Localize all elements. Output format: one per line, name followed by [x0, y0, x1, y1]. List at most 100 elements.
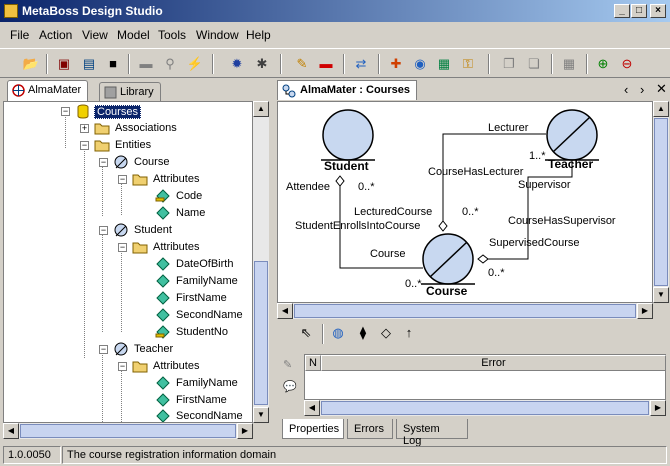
entity-icon: [114, 223, 128, 237]
tree-label-entities: Entities: [115, 139, 152, 151]
errors-table[interactable]: N Error: [304, 354, 666, 400]
menu-help[interactable]: Help: [246, 28, 271, 42]
scroll-down-arrow[interactable]: ▼: [253, 407, 269, 423]
entity-teacher[interactable]: [545, 109, 599, 161]
new-element-icon[interactable]: ✚: [387, 55, 405, 73]
menu-view[interactable]: View: [82, 28, 108, 42]
model-icon[interactable]: ▣: [55, 55, 73, 73]
menu-file[interactable]: File: [10, 28, 29, 42]
entity-icon: [114, 342, 128, 356]
inspect-icon[interactable]: ✱: [253, 55, 271, 73]
attribute-icon: [156, 409, 170, 422]
properties-icon[interactable]: ▤: [80, 55, 98, 73]
tab-prev-icon[interactable]: ‹: [624, 82, 628, 97]
new-attribute-icon[interactable]: ▦: [435, 55, 453, 73]
canvas-hscroll-thumb[interactable]: [294, 304, 636, 318]
tree-label-attributes: Attributes: [153, 241, 200, 253]
menu-window[interactable]: Window: [196, 28, 239, 42]
errors-col-n[interactable]: N: [305, 355, 321, 371]
new-key-icon[interactable]: ⚿: [459, 55, 477, 73]
entity-tool-icon[interactable]: ◍: [329, 324, 347, 342]
tree-hscroll-thumb[interactable]: [20, 424, 236, 438]
folder-icon: [94, 123, 110, 135]
scroll-left-arrow[interactable]: ◀: [3, 423, 19, 439]
select-pointer-icon[interactable]: ⇖: [297, 324, 315, 342]
tree-hscroll[interactable]: ◀ ▶: [3, 423, 253, 439]
errors-col-error[interactable]: Error: [321, 355, 666, 371]
tree-label-associations: Associations: [115, 122, 177, 134]
canvas-scroll-thumb[interactable]: [654, 118, 668, 286]
close-button[interactable]: ×: [650, 4, 666, 18]
pencil-icon[interactable]: ✎: [283, 358, 292, 371]
entity-student[interactable]: [321, 109, 375, 161]
panel-splitter[interactable]: [270, 78, 276, 442]
attribute-icon: [156, 308, 170, 322]
scroll-up-arrow[interactable]: ▲: [653, 101, 669, 117]
tab-almamater-label: AlmaMater: [28, 84, 82, 96]
tree-label-student: Student: [134, 224, 172, 236]
scroll-right-arrow[interactable]: ▶: [637, 303, 653, 319]
label-mult-course: 0..*: [405, 278, 422, 290]
tab-next-icon[interactable]: ›: [640, 82, 644, 97]
menu-model[interactable]: Model: [117, 28, 150, 42]
canvas-vscroll[interactable]: ▲ ▼: [653, 101, 669, 303]
tree-label-familyname: FamilyName: [176, 275, 238, 287]
tree-label-firstname: FirstName: [176, 292, 227, 304]
grid-icon[interactable]: ▦: [560, 55, 578, 73]
tab-properties[interactable]: Properties: [282, 419, 344, 439]
tree-vscroll[interactable]: ▲ ▼: [253, 101, 269, 423]
label-mult-supervisedcourse: 0..*: [488, 267, 505, 279]
diagram-svg: [321, 109, 599, 285]
tab-almamater[interactable]: AlmaMater: [7, 80, 89, 102]
find-icon[interactable]: ⚲: [161, 55, 179, 73]
label-coursehassupervisor: CourseHasSupervisor: [508, 215, 616, 227]
open-folder-icon[interactable]: 📂: [22, 55, 40, 73]
zoom-in-icon[interactable]: ⊕: [594, 55, 612, 73]
copy-icon[interactable]: ❐: [500, 55, 518, 73]
scroll-right-arrow[interactable]: ▶: [237, 423, 253, 439]
new-entity-icon[interactable]: ◉: [411, 55, 429, 73]
status-version: 1.0.0050: [3, 446, 61, 464]
tab-close-icon[interactable]: ✕: [656, 81, 667, 97]
composition-tool-icon[interactable]: ⧫: [354, 324, 372, 342]
scroll-up-arrow[interactable]: ▲: [253, 101, 269, 117]
errors-hscroll-thumb[interactable]: [321, 401, 649, 415]
label-lecturedcourse: LecturedCourse: [354, 206, 433, 218]
refresh-icon[interactable]: ⇄: [352, 55, 370, 73]
document-tab[interactable]: AlmaMater : Courses: [277, 80, 418, 100]
scroll-down-arrow[interactable]: ▼: [653, 287, 669, 303]
menu-tools[interactable]: Tools: [158, 28, 186, 42]
minimize-button[interactable]: _: [614, 4, 630, 18]
tree-label-secondname: SecondName: [176, 309, 243, 321]
attribute-icon: [156, 274, 170, 288]
comment-icon[interactable]: 💬: [283, 380, 297, 393]
tab-system-log[interactable]: System Log: [396, 419, 468, 447]
tree-scroll-thumb[interactable]: [254, 261, 268, 405]
errors-hscroll[interactable]: ◀ ▶: [304, 400, 666, 416]
scroll-left-arrow[interactable]: ◀: [277, 303, 293, 319]
label-supervisor: Supervisor: [518, 179, 571, 191]
aggregation-tool-icon[interactable]: ◇: [377, 324, 395, 342]
generate-icon[interactable]: ⚡: [186, 55, 204, 73]
print-icon[interactable]: ▬: [137, 55, 155, 73]
delete-icon[interactable]: ▬: [317, 55, 335, 73]
menu-action[interactable]: Action: [39, 28, 72, 42]
tab-library[interactable]: Library: [99, 82, 161, 102]
association-tool-icon[interactable]: ↑: [400, 324, 418, 342]
label-student: Student: [324, 159, 369, 173]
scroll-left-arrow[interactable]: ◀: [304, 400, 320, 416]
canvas-hscroll[interactable]: ◀ ▶: [277, 303, 653, 319]
zoom-out-icon[interactable]: ⊖: [618, 55, 636, 73]
entity-course[interactable]: [421, 233, 475, 285]
paste-icon[interactable]: ❏: [525, 55, 543, 73]
folder-open-icon: [132, 242, 148, 254]
debug-icon[interactable]: ✹: [228, 55, 246, 73]
label-mult-attendee: 0..*: [358, 181, 375, 193]
edit-icon[interactable]: ✎: [293, 55, 311, 73]
tab-errors[interactable]: Errors: [347, 419, 393, 439]
scroll-right-arrow[interactable]: ▶: [650, 400, 666, 416]
save-icon[interactable]: ■: [104, 55, 122, 73]
diagram-canvas[interactable]: Student Teacher Course Lecturer CourseHa…: [277, 101, 653, 303]
maximize-button[interactable]: □: [631, 4, 647, 18]
model-tree[interactable]: − Courses + Associations − Entities − Co…: [3, 101, 253, 423]
